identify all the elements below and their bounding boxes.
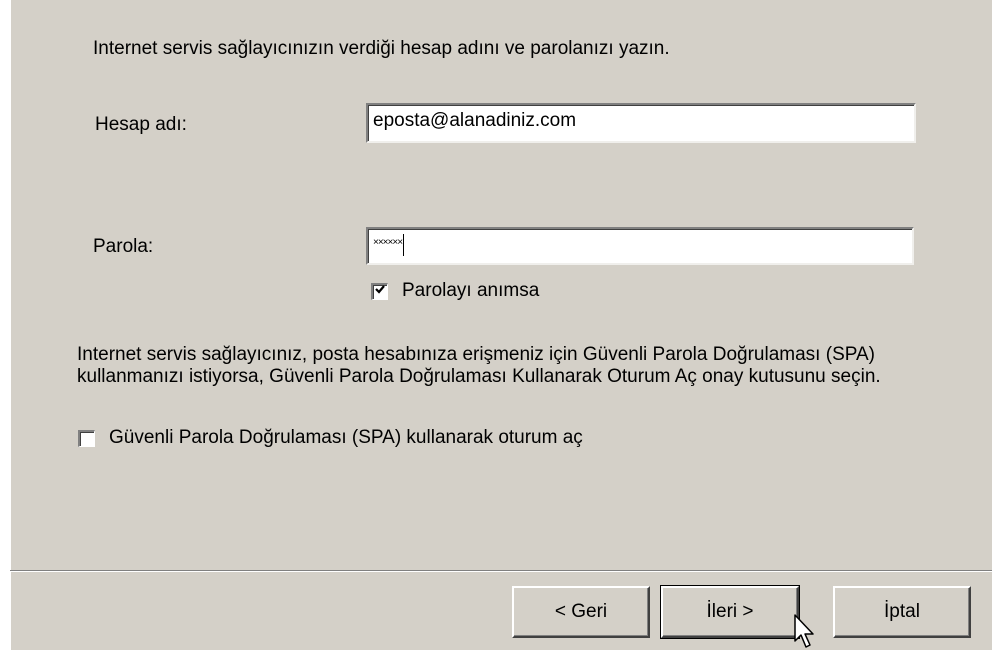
remember-password-label[interactable]: Parolayı anımsa	[402, 280, 539, 302]
account-name-label: Hesap adı:	[95, 114, 187, 135]
password-mask: ××××××	[373, 237, 403, 248]
check-icon	[375, 285, 385, 294]
back-button[interactable]: < Geri	[512, 586, 650, 638]
password-input[interactable]: ××××××	[366, 227, 914, 265]
password-label: Parola:	[93, 236, 154, 257]
account-name-input[interactable]: eposta@alanadiniz.com	[366, 103, 916, 143]
cancel-button[interactable]: İptal	[833, 586, 971, 638]
text-caret	[403, 233, 405, 256]
wizard-panel	[10, 0, 992, 650]
instruction-text: Internet servis sağlayıcınızın verdiği h…	[93, 38, 670, 59]
mouse-pointer-icon	[794, 614, 814, 648]
account-name-value: eposta@alanadiniz.com	[373, 110, 577, 131]
footer-separator-highlight	[10, 571, 992, 572]
spa-checkbox[interactable]	[78, 430, 95, 447]
spa-label[interactable]: Güvenli Parola Doğrulaması (SPA) kullana…	[109, 427, 583, 449]
next-button[interactable]: İleri >	[660, 585, 800, 639]
remember-password-checkbox[interactable]	[371, 283, 388, 300]
spa-info-text: Internet servis sağlayıcınız, posta hesa…	[77, 344, 881, 387]
